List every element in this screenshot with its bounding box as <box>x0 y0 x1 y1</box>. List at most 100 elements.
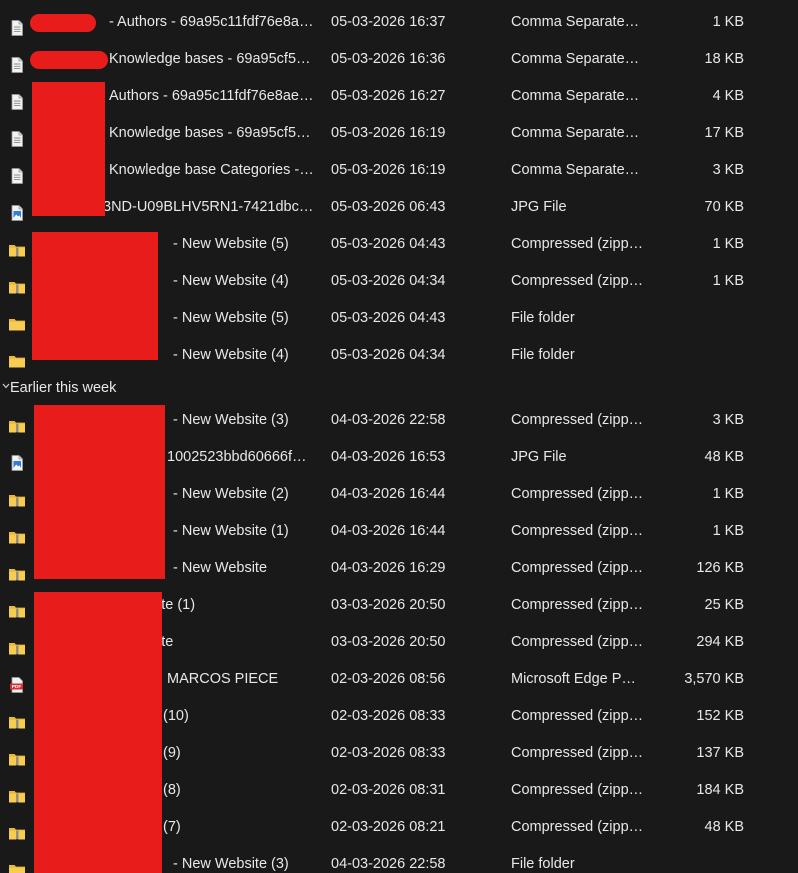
file-name: 1002523bbd60666fb… <box>167 449 314 465</box>
file-size: 126 KB <box>696 560 744 576</box>
file-name: - New Website (1) <box>173 523 289 539</box>
csv-file-icon <box>8 162 26 184</box>
file-name: - New Website (3) <box>173 412 289 428</box>
zip-folder-icon <box>8 782 26 803</box>
file-date-modified: 05-03-2026 04:34 <box>331 347 446 363</box>
file-row[interactable]: - Authors - 69a95c11fdf76e8ae… 05-03-2026… <box>0 4 798 41</box>
file-type: File folder <box>511 310 575 326</box>
file-date-modified: 05-03-2026 16:37 <box>331 14 446 30</box>
file-list: - Authors - 69a95c11fdf76e8ae… 05-03-2026… <box>0 0 798 873</box>
file-size: 17 KB <box>704 125 745 141</box>
file-date-modified: 04-03-2026 16:29 <box>331 560 446 576</box>
file-date-modified: 03-03-2026 20:50 <box>331 597 446 613</box>
file-name: (7) <box>163 819 181 835</box>
file-row[interactable]: 3ND-U09BLHV5RN1-7421dbc8… 05-03-2026 06:4… <box>0 189 798 226</box>
file-name: ite (1) <box>158 597 196 613</box>
file-name: MARCOS PIECE <box>167 671 279 687</box>
file-type: Comma Separated… <box>511 162 645 178</box>
file-name: (9) <box>163 745 181 761</box>
file-size: 3 KB <box>712 412 744 428</box>
file-date-modified: 02-03-2026 08:56 <box>331 671 446 687</box>
zip-folder-icon <box>8 634 26 655</box>
file-type: Compressed (zipp… <box>511 236 644 252</box>
file-row[interactable]: Knowledge bases - 69a95cf5… 05-03-2026 16… <box>0 115 798 152</box>
folder-icon <box>8 310 26 331</box>
file-name: - Authors - 69a95c11fdf76e8ae… <box>109 14 314 30</box>
redaction-mark <box>32 82 105 216</box>
file-date-modified: 05-03-2026 04:34 <box>331 273 446 289</box>
file-size: 48 KB <box>704 819 745 835</box>
file-name: 3ND-U09BLHV5RN1-7421dbc8… <box>103 199 314 215</box>
csv-file-icon <box>8 125 26 147</box>
zip-folder-icon <box>8 745 26 766</box>
file-date-modified: 04-03-2026 22:58 <box>331 856 446 872</box>
file-date-modified: 05-03-2026 06:43 <box>331 199 446 215</box>
redaction-mark <box>34 592 162 873</box>
file-name: (8) <box>163 782 181 798</box>
file-type: Compressed (zipp… <box>511 819 644 835</box>
file-name: - New Website (3) <box>173 856 289 872</box>
jpg-file-icon <box>8 449 26 471</box>
zip-folder-icon <box>8 819 26 840</box>
file-type: Compressed (zipp… <box>511 273 644 289</box>
file-name: - New Website <box>173 560 268 576</box>
file-size: 4 KB <box>712 88 744 104</box>
group-header-label: Earlier this week <box>10 380 117 396</box>
redaction-mark <box>34 405 165 579</box>
file-type: JPG File <box>511 449 567 465</box>
file-size: 137 KB <box>696 745 744 761</box>
zip-folder-icon <box>8 486 26 507</box>
file-type: JPG File <box>511 199 567 215</box>
folder-icon <box>8 856 26 873</box>
file-name: Knowledge bases - 69a95cf5… <box>109 125 311 141</box>
file-type: Compressed (zipp… <box>511 597 644 613</box>
file-type: Compressed (zipp… <box>511 523 644 539</box>
file-date-modified: 03-03-2026 20:50 <box>331 634 446 650</box>
file-name: (10) <box>163 708 189 724</box>
file-type: Compressed (zipp… <box>511 782 644 798</box>
file-name: - New Website (4) <box>173 347 289 363</box>
file-date-modified: 05-03-2026 16:27 <box>331 88 446 104</box>
file-row[interactable]: Knowledge base Categories -… 05-03-2026 1… <box>0 152 798 189</box>
file-date-modified: 02-03-2026 08:33 <box>331 745 446 761</box>
file-date-modified: 04-03-2026 16:53 <box>331 449 446 465</box>
chevron-down-icon[interactable] <box>2 382 10 390</box>
file-row[interactable]: Knowledge bases - 69a95cf5… 05-03-2026 16… <box>0 41 798 78</box>
file-name: ite <box>158 634 174 650</box>
file-date-modified: 04-03-2026 16:44 <box>331 523 446 539</box>
file-type: Comma Separated… <box>511 88 645 104</box>
file-size: 184 KB <box>696 782 744 798</box>
file-type: Compressed (zipp… <box>511 708 644 724</box>
file-row[interactable]: Authors - 69a95c11fdf76e8ae… 05-03-2026 1… <box>0 78 798 115</box>
redaction-mark <box>30 51 108 69</box>
file-size: 1 KB <box>712 236 744 252</box>
file-name: - New Website (5) <box>173 236 289 252</box>
zip-folder-icon <box>8 273 26 294</box>
file-type: Microsoft Edge PD… <box>511 671 645 687</box>
file-size: 294 KB <box>696 634 744 650</box>
file-type: Comma Separated… <box>511 125 645 141</box>
group-header-earlier-this-week[interactable]: Earlier this week <box>0 372 798 404</box>
folder-icon <box>8 347 26 368</box>
zip-folder-icon <box>8 412 26 433</box>
file-date-modified: 05-03-2026 04:43 <box>331 236 446 252</box>
file-type: Compressed (zipp… <box>511 745 644 761</box>
file-size: 1 KB <box>712 486 744 502</box>
svg-text:PDF: PDF <box>12 684 22 690</box>
file-date-modified: 04-03-2026 22:58 <box>331 412 446 428</box>
file-size: 3 KB <box>712 162 744 178</box>
file-type: Compressed (zipp… <box>511 486 644 502</box>
redaction-mark <box>32 232 158 360</box>
pdf-file-icon: PDF <box>8 671 26 693</box>
file-type: File folder <box>511 856 575 872</box>
zip-folder-icon <box>8 708 26 729</box>
file-size: 1 KB <box>712 273 744 289</box>
file-name: - New Website (2) <box>173 486 289 502</box>
file-type: Compressed (zipp… <box>511 412 644 428</box>
file-size: 25 KB <box>704 597 745 613</box>
file-date-modified: 02-03-2026 08:21 <box>331 819 446 835</box>
file-size: 18 KB <box>704 51 745 67</box>
zip-folder-icon <box>8 236 26 257</box>
file-size: 70 KB <box>704 199 745 215</box>
file-size: 1 KB <box>712 523 744 539</box>
